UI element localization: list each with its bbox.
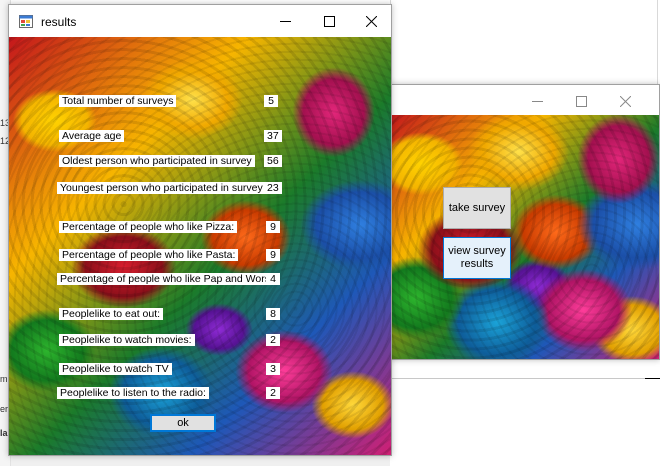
rose-background-image [389,115,659,359]
stat-label-watch-movies: Peoplelike to watch movies: [59,334,195,346]
app-icon [19,15,33,28]
title-bar[interactable] [389,85,659,115]
stat-label-pap-and-wors: Percentage of people who like Pap and Wo… [57,273,276,285]
view-survey-results-button[interactable]: view survey results [443,237,511,279]
survey-main-window: take survey view survey results [388,84,660,360]
edge-fragment: la [0,428,8,438]
ok-button[interactable]: ok [150,414,216,432]
stat-label-total-surveys: Total number of surveys [59,95,177,107]
stat-value-pasta: 9 [266,249,280,261]
maximize-icon [575,95,587,107]
stat-value-pap-and-wors: 4 [266,273,280,285]
stat-value-eat-out: 8 [266,308,280,320]
maximize-icon [323,15,335,27]
stat-value-oldest: 56 [264,155,282,167]
stat-label-watch-tv: Peoplelike to watch TV [59,363,172,375]
background-document-window [390,0,658,88]
stat-label-listen-radio: Peoplelike to listen to the radio: [57,387,209,399]
close-icon [619,95,631,107]
stat-value-listen-radio: 2 [266,387,280,399]
close-button[interactable] [603,85,647,117]
stat-label-youngest: Youngest person who participated in surv… [57,182,266,194]
edge-fragment: m [0,374,8,384]
window-title: results [41,15,77,29]
stat-value-watch-movies: 2 [266,334,280,346]
divider [390,378,660,379]
minimize-button[interactable] [515,85,559,117]
maximize-button[interactable] [307,5,351,37]
divider [645,378,660,379]
stat-value-average-age: 37 [264,130,282,142]
minimize-button[interactable] [263,5,307,37]
minimize-icon [279,20,291,22]
background-lower-area [390,360,660,466]
minimize-icon [531,100,543,102]
stat-value-watch-tv: 3 [266,363,280,375]
stat-label-pizza: Percentage of people who like Pizza: [59,221,238,233]
stat-label-pasta: Percentage of people who like Pasta: [59,249,239,261]
close-icon [365,15,377,27]
stat-label-eat-out: Peoplelike to eat out: [59,308,164,320]
title-bar[interactable]: results [9,5,391,37]
maximize-button[interactable] [559,85,603,117]
stat-value-youngest: 23 [264,182,282,194]
stat-label-average-age: Average age [59,130,125,142]
stat-value-total-surveys: 5 [264,95,278,107]
stat-value-pizza: 9 [266,221,280,233]
results-window: results Total number of surveys 5 Averag… [8,4,392,456]
edge-fragment: er [0,404,9,414]
take-survey-button[interactable]: take survey [443,187,511,229]
close-button[interactable] [349,5,393,37]
stat-label-oldest: Oldest person who participated in survey [59,155,255,167]
